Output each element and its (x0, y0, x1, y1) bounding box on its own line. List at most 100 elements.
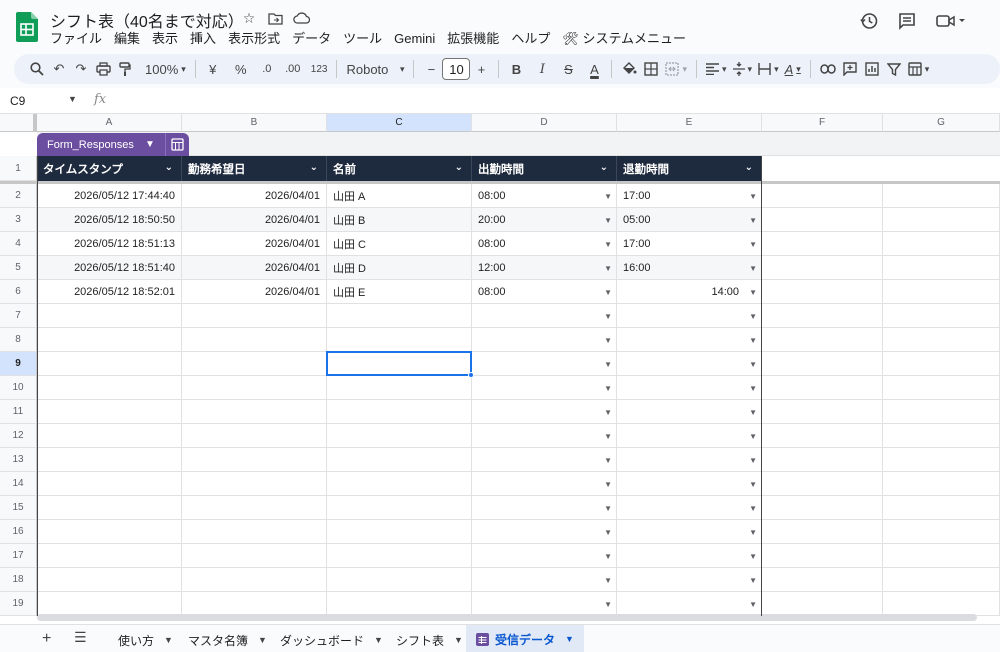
cell[interactable] (762, 424, 883, 448)
dropdown-chevron-icon[interactable]: ▼ (749, 216, 757, 225)
table-cell[interactable] (182, 568, 327, 592)
search-menus-icon[interactable] (26, 57, 48, 81)
format-currency-button[interactable]: ¥ (202, 57, 224, 81)
dropdown-chevron-icon[interactable]: ▼ (604, 312, 612, 321)
sheets-logo-icon[interactable] (16, 12, 38, 42)
filter-icon[interactable] (883, 57, 905, 81)
table-cell[interactable]: ▼ (617, 544, 762, 568)
menu-extensions[interactable]: 拡張機能 (441, 30, 505, 48)
table-cell[interactable] (182, 400, 327, 424)
row-header[interactable]: 1 (0, 156, 37, 181)
row-header[interactable]: 16 (0, 520, 37, 544)
text-color-button[interactable]: A (583, 57, 605, 81)
sheet-tab[interactable]: ダッシュボード ▼ (280, 629, 383, 651)
table-cell[interactable] (182, 352, 327, 376)
meet-icon[interactable] (936, 13, 966, 29)
cell[interactable] (762, 280, 883, 304)
text-wrap-icon[interactable] (755, 57, 782, 81)
dropdown-chevron-icon[interactable]: ▼ (749, 456, 757, 465)
table-cell[interactable]: ▼ (617, 592, 762, 616)
table-cell[interactable]: ▼ (472, 376, 617, 400)
cell[interactable] (883, 520, 1000, 544)
menu-gemini[interactable]: Gemini (388, 30, 441, 48)
dropdown-chevron-icon[interactable]: ▼ (749, 504, 757, 513)
dropdown-chevron-icon[interactable]: ▼ (749, 336, 757, 345)
sheet-tab[interactable]: 使い方 ▼ (118, 629, 173, 651)
table-cell[interactable]: 2026/04/01 (182, 184, 327, 208)
table-cell[interactable]: 山田 B (327, 208, 472, 232)
cell[interactable] (883, 592, 1000, 616)
table-cell[interactable]: 12:00 ▼ (472, 256, 617, 280)
cell[interactable] (762, 304, 883, 328)
cell[interactable] (883, 256, 1000, 280)
table-cell[interactable]: ▼ (617, 520, 762, 544)
menu-insert[interactable]: 挿入 (184, 30, 222, 48)
table-cell[interactable] (37, 400, 182, 424)
table-column-header[interactable]: 出勤時間 ⌄ (472, 156, 617, 181)
table-cell[interactable]: ▼ (617, 400, 762, 424)
cell[interactable] (762, 592, 883, 616)
table-cell[interactable]: 08:00 ▼ (472, 280, 617, 304)
row-header[interactable]: 6 (0, 280, 37, 304)
redo-icon[interactable]: ↷ (70, 57, 92, 81)
dropdown-chevron-icon[interactable]: ▼ (604, 240, 612, 249)
table-cell[interactable] (327, 424, 472, 448)
dropdown-chevron-icon[interactable]: ▼ (749, 576, 757, 585)
table-cell[interactable]: 2026/05/12 17:44:40 (37, 184, 182, 208)
menu-view[interactable]: 表示 (146, 30, 184, 48)
table-cell[interactable]: ▼ (617, 496, 762, 520)
table-cell[interactable]: ▼ (472, 328, 617, 352)
dropdown-chevron-icon[interactable]: ▼ (604, 336, 612, 345)
document-title[interactable]: シフト表（40名まで対応） (50, 8, 244, 32)
fill-handle[interactable] (468, 372, 474, 378)
dropdown-chevron-icon[interactable]: ▼ (749, 552, 757, 561)
cell[interactable] (762, 208, 883, 232)
dropdown-chevron-icon[interactable]: ▼ (604, 192, 612, 201)
zoom-select[interactable]: 100% (142, 57, 189, 81)
table-cell[interactable] (182, 544, 327, 568)
table-cell[interactable]: ▼ (472, 568, 617, 592)
dropdown-chevron-icon[interactable]: ▼ (604, 288, 612, 297)
insert-chart-icon[interactable] (861, 57, 883, 81)
cell[interactable] (762, 520, 883, 544)
table-cell[interactable]: 2026/05/12 18:52:01 (37, 280, 182, 304)
dropdown-chevron-icon[interactable]: ▼ (749, 240, 757, 249)
column-header[interactable]: D (472, 114, 617, 132)
table-cell[interactable]: 20:00 ▼ (472, 208, 617, 232)
table-cell[interactable]: 05:00 ▼ (617, 208, 762, 232)
menu-tools[interactable]: ツール (337, 30, 388, 48)
table-column-header[interactable]: 退勤時間 ⌄ (617, 156, 762, 181)
table-cell[interactable]: 2026/04/01 (182, 256, 327, 280)
increase-decimal-button[interactable]: .00 (282, 57, 304, 81)
cell[interactable] (883, 304, 1000, 328)
chevron-down-icon[interactable]: ▼ (258, 635, 267, 645)
table-cell[interactable] (327, 496, 472, 520)
dropdown-chevron-icon[interactable]: ▼ (604, 552, 612, 561)
table-cell[interactable]: 17:00 ▼ (617, 232, 762, 256)
table-cell[interactable] (182, 328, 327, 352)
table-cell[interactable]: 2026/05/12 18:50:50 (37, 208, 182, 232)
dropdown-chevron-icon[interactable]: ▼ (604, 384, 612, 393)
table-cell[interactable] (37, 352, 182, 376)
active-cell-selection[interactable] (326, 351, 472, 376)
table-cell[interactable] (327, 400, 472, 424)
bold-button[interactable]: B (505, 57, 527, 81)
chevron-down-icon[interactable]: ▼ (68, 94, 77, 104)
decrease-decimal-button[interactable]: .0 (256, 57, 278, 81)
table-column-header[interactable]: タイムスタンプ ⌄ (37, 156, 182, 181)
table-cell[interactable] (37, 592, 182, 616)
cell[interactable] (762, 400, 883, 424)
dropdown-chevron-icon[interactable]: ▼ (604, 216, 612, 225)
vertical-align-icon[interactable] (730, 57, 756, 81)
cell[interactable] (883, 400, 1000, 424)
column-header[interactable]: C (327, 114, 472, 132)
table-cell[interactable] (37, 328, 182, 352)
table-cell[interactable]: ▼ (472, 424, 617, 448)
table-cell[interactable]: ▼ (617, 304, 762, 328)
dropdown-chevron-icon[interactable]: ▼ (749, 384, 757, 393)
row-header[interactable]: 14 (0, 472, 37, 496)
table-cell[interactable] (37, 544, 182, 568)
column-header[interactable]: A (37, 114, 182, 132)
font-size-decrease-button[interactable]: − (420, 57, 442, 81)
table-cell[interactable]: 14:00 ▼ (617, 280, 762, 304)
